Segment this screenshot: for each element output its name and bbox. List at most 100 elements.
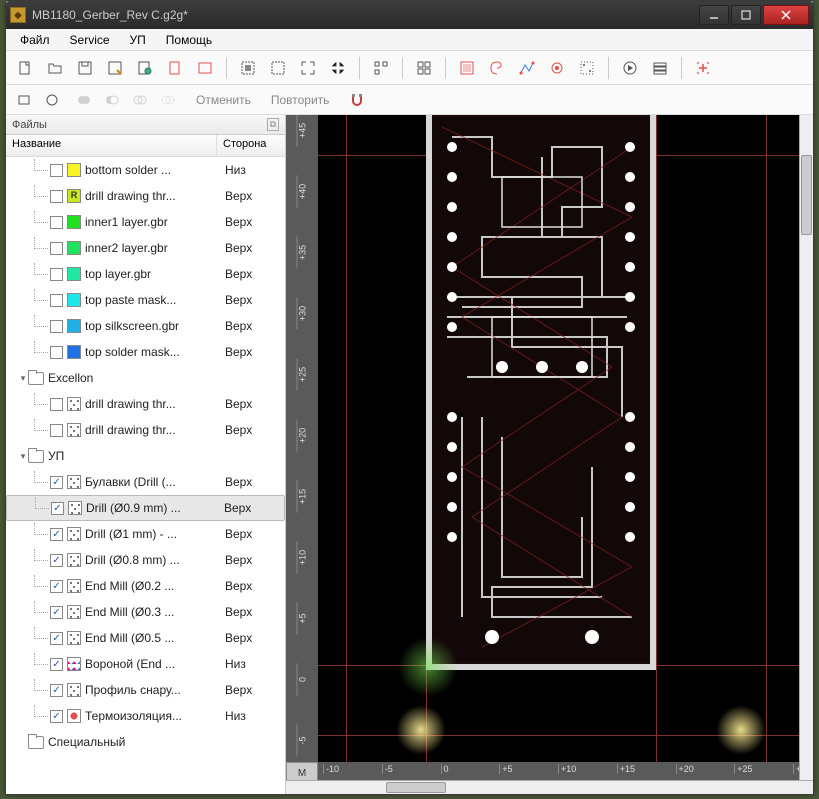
visibility-checkbox[interactable] <box>50 190 63 203</box>
visibility-checkbox[interactable]: ✓ <box>51 502 64 515</box>
visibility-checkbox[interactable] <box>50 424 63 437</box>
play-button[interactable] <box>617 55 643 81</box>
minimize-button[interactable] <box>699 5 729 25</box>
redo-button[interactable]: Повторить <box>263 91 338 109</box>
toolpath-row[interactable]: ✓End Mill (Ø0.5 ...Верх <box>6 625 285 651</box>
excellon-row[interactable]: drill drawing thr...Верх <box>6 391 285 417</box>
toolpath-row[interactable]: ✓Drill (Ø1 mm) - ...Верх <box>6 521 285 547</box>
toolpath-row[interactable]: ✓Drill (Ø0.9 mm) ...Верх <box>6 495 285 521</box>
column-name[interactable]: Название <box>6 135 217 156</box>
canvas-area[interactable]: +45+40+35+30+25+20+15+10+50-5 <box>286 115 813 794</box>
toolpath-row[interactable]: ✓Drill (Ø0.8 mm) ...Верх <box>6 547 285 573</box>
visibility-checkbox[interactable] <box>50 320 63 333</box>
vertical-scrollbar[interactable] <box>799 115 813 780</box>
visibility-checkbox[interactable] <box>50 164 63 177</box>
group-excellon[interactable]: ▾Excellon <box>6 365 285 391</box>
layer-side: Верх <box>224 501 284 515</box>
export-button[interactable] <box>162 55 188 81</box>
layer-row[interactable]: top layer.gbrВерх <box>6 261 285 287</box>
expand-icon[interactable]: ▾ <box>18 373 28 384</box>
visibility-checkbox[interactable]: ✓ <box>50 476 63 489</box>
titlebar[interactable]: ◆ MB1180_Gerber_Rev C.g2g* <box>6 1 813 29</box>
toolpath-row[interactable]: ✓Профиль снару...Верх <box>6 677 285 703</box>
file-tree[interactable]: bottom solder ...НизRdrill drawing thr..… <box>6 157 285 794</box>
undo-button[interactable]: Отменить <box>188 91 259 109</box>
layer-row[interactable]: inner1 layer.gbrВерх <box>6 209 285 235</box>
visibility-checkbox[interactable]: ✓ <box>50 528 63 541</box>
visibility-checkbox[interactable]: ✓ <box>50 710 63 723</box>
shape-circle-button[interactable] <box>40 88 64 112</box>
v-scroll-thumb[interactable] <box>801 155 812 235</box>
visibility-checkbox[interactable] <box>50 242 63 255</box>
group-special[interactable]: Специальный <box>6 729 285 755</box>
toolpath-row[interactable]: ✓Термоизоляция...Низ <box>6 703 285 729</box>
select-shrink-button[interactable] <box>325 55 351 81</box>
toolpath-row[interactable]: ✓End Mill (Ø0.2 ...Верх <box>6 573 285 599</box>
fit-button[interactable] <box>690 55 716 81</box>
layer-label: Специальный <box>48 735 225 749</box>
spiral-button[interactable] <box>484 55 510 81</box>
layer-side: Верх <box>225 241 285 255</box>
select-expand-button[interactable] <box>295 55 321 81</box>
column-side[interactable]: Сторона <box>217 135 285 156</box>
layer-row[interactable]: top paste mask...Верх <box>6 287 285 313</box>
menu-service[interactable]: Service <box>60 31 120 49</box>
visibility-checkbox[interactable]: ✓ <box>50 580 63 593</box>
dots-button[interactable] <box>574 55 600 81</box>
layer-row[interactable]: bottom solder ...Низ <box>6 157 285 183</box>
origin-marker <box>398 637 458 697</box>
visibility-checkbox[interactable] <box>50 268 63 281</box>
layer-row[interactable]: Rdrill drawing thr...Верх <box>6 183 285 209</box>
layer-label: Профиль снару... <box>85 683 225 697</box>
toolpath-row[interactable]: ✓Булавки (Drill (...Верх <box>6 469 285 495</box>
bool-union-button[interactable] <box>72 88 96 112</box>
undock-button[interactable]: ⧉ <box>267 118 279 131</box>
horizontal-scrollbar[interactable] <box>286 780 813 794</box>
menu-help[interactable]: Помощь <box>156 31 222 49</box>
visibility-checkbox[interactable] <box>50 216 63 229</box>
bool-xor-button[interactable] <box>156 88 180 112</box>
visibility-checkbox[interactable]: ✓ <box>50 684 63 697</box>
panel-title: Файлы ⧉ <box>6 115 285 135</box>
bool-subtract-button[interactable] <box>100 88 124 112</box>
visibility-checkbox[interactable]: ✓ <box>50 632 63 645</box>
visibility-checkbox[interactable] <box>50 346 63 359</box>
toolpath-row[interactable]: ✓End Mill (Ø0.3 ...Верх <box>6 599 285 625</box>
maximize-button[interactable] <box>731 5 761 25</box>
path-button[interactable] <box>514 55 540 81</box>
close-button[interactable] <box>763 5 809 25</box>
shape-rect-button[interactable] <box>12 88 36 112</box>
toolpath-row[interactable]: ✓Вороной (End ...Низ <box>6 651 285 677</box>
layer-row[interactable]: top silkscreen.gbrВерх <box>6 313 285 339</box>
menu-up[interactable]: УП <box>120 31 156 49</box>
snap-button[interactable] <box>345 88 369 112</box>
save-as-button[interactable] <box>102 55 128 81</box>
save-button[interactable] <box>72 55 98 81</box>
visibility-checkbox[interactable] <box>50 398 63 411</box>
layer-red-button[interactable] <box>454 55 480 81</box>
import-button[interactable] <box>132 55 158 81</box>
stack-button[interactable] <box>647 55 673 81</box>
select-rect-button[interactable] <box>265 55 291 81</box>
open-button[interactable] <box>42 55 68 81</box>
visibility-checkbox[interactable]: ✓ <box>50 606 63 619</box>
bool-intersect-button[interactable] <box>128 88 152 112</box>
visibility-checkbox[interactable]: ✓ <box>50 658 63 671</box>
layer-row[interactable]: top solder mask...Верх <box>6 339 285 365</box>
import-icon <box>137 60 153 76</box>
select-all-button[interactable] <box>235 55 261 81</box>
qr-button[interactable] <box>368 55 394 81</box>
h-scroll-thumb[interactable] <box>386 782 446 793</box>
visibility-checkbox[interactable]: ✓ <box>50 554 63 567</box>
layer-row[interactable]: inner2 layer.gbrВерх <box>6 235 285 261</box>
delete-button[interactable] <box>192 55 218 81</box>
visibility-checkbox[interactable] <box>50 294 63 307</box>
grid-button[interactable] <box>411 55 437 81</box>
expand-icon[interactable]: ▾ <box>18 451 28 462</box>
excellon-row[interactable]: drill drawing thr...Верх <box>6 417 285 443</box>
new-button[interactable] <box>12 55 38 81</box>
menu-file[interactable]: Файл <box>10 31 60 49</box>
group-up[interactable]: ▾УП <box>6 443 285 469</box>
export-icon <box>167 60 183 76</box>
target-button[interactable] <box>544 55 570 81</box>
